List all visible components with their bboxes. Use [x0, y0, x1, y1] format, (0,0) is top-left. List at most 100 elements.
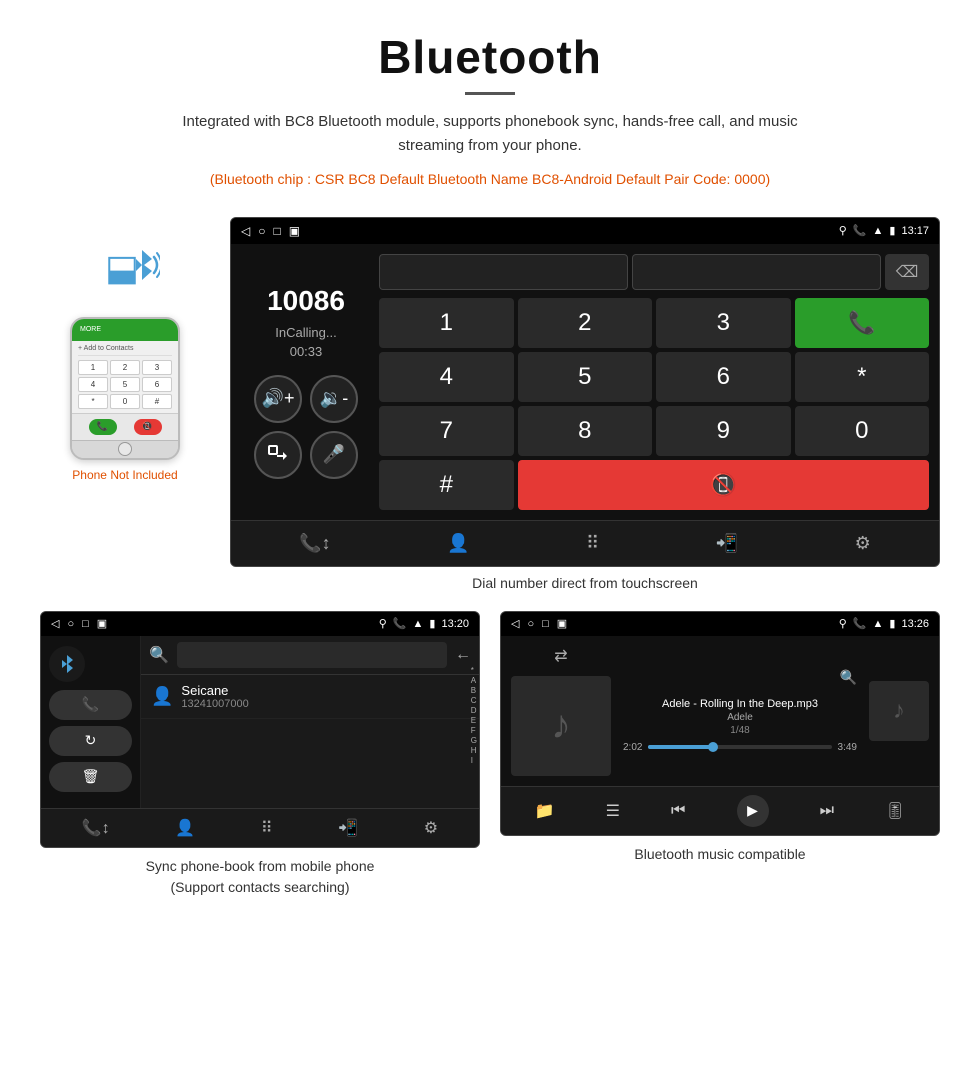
- phone-key-star: *: [78, 394, 108, 409]
- dial-key-2[interactable]: 2: [518, 298, 653, 348]
- music-note-small-icon: ♪: [893, 697, 905, 725]
- dial-caption: Dial number direct from touchscreen: [230, 575, 940, 591]
- pb-bottom-settings-icon[interactable]: ⚙: [416, 815, 446, 841]
- dial-delete-button[interactable]: ⌫: [885, 254, 929, 290]
- pb-screenshot-icon: ▣: [97, 617, 107, 630]
- dial-left-panel: 10086 InCalling... 00:33 🔊+ 🔉- 🎤: [241, 254, 371, 510]
- volume-down-button[interactable]: 🔉-: [310, 375, 358, 423]
- music-folder-icon[interactable]: 📁: [535, 801, 555, 821]
- music-progress-fill: [648, 745, 712, 749]
- dial-screen-container: ◁ ○ □ ▣ ⚲ 📞 ▲ ▮ 13:17 10086 InCa: [230, 217, 940, 591]
- dial-key-star[interactable]: *: [795, 352, 930, 402]
- pb-loc-icon: ⚲: [379, 617, 387, 630]
- music-progress-bar[interactable]: [648, 745, 831, 749]
- music-next-icon[interactable]: ⏭: [820, 802, 834, 820]
- home-nav-icon: ○: [258, 224, 265, 238]
- music-prev-icon[interactable]: ⏮: [671, 802, 685, 820]
- music-right-art: ♪: [869, 681, 929, 741]
- phone-home-bar: [72, 440, 178, 458]
- alpha-C: C: [471, 696, 477, 705]
- page-description: Integrated with BC8 Bluetooth module, su…: [150, 110, 830, 158]
- music-wifi-icon: ▲: [873, 618, 884, 630]
- music-screen: ◁ ○ □ ▣ ⚲ 📞 ▲ ▮ 13:26 ⇄: [500, 611, 940, 836]
- music-search-row: 🔍: [623, 669, 857, 692]
- music-play-button[interactable]: ▶: [737, 795, 769, 827]
- music-search-icon[interactable]: 🔍: [840, 669, 857, 686]
- pb-home-icon: ○: [67, 618, 74, 630]
- phonebook-screen: ◁ ○ □ ▣ ⚲ 📞 ▲ ▮ 13:20: [40, 611, 480, 848]
- dial-input-box-2[interactable]: [632, 254, 881, 290]
- phone-bottom-buttons: 📞 📵: [72, 413, 178, 440]
- bt-waves-icon: [130, 245, 160, 299]
- dial-key-hash[interactable]: #: [379, 460, 514, 510]
- pb-search-bar[interactable]: [177, 642, 447, 668]
- dial-key-9[interactable]: 9: [656, 406, 791, 456]
- volume-up-button[interactable]: 🔊+: [254, 375, 302, 423]
- status-right: ⚲ 📞 ▲ ▮ 13:17: [839, 224, 929, 237]
- wifi-icon: ▲: [873, 225, 884, 237]
- music-equalizer-icon[interactable]: 🎚: [885, 801, 905, 821]
- pb-bottom-transfer-icon[interactable]: 📲: [330, 815, 366, 841]
- alpha-F: F: [471, 726, 477, 735]
- dial-key-0[interactable]: 0: [795, 406, 930, 456]
- pb-main: 📞 ↻ 🗑 🔍 ← 👤 Seicane 132410: [41, 636, 479, 808]
- dial-key-7[interactable]: 7: [379, 406, 514, 456]
- dial-bottom-contacts-icon[interactable]: 👤: [437, 529, 479, 558]
- dial-call-button[interactable]: 📞: [795, 298, 930, 348]
- dial-end-button[interactable]: 📵: [518, 460, 930, 510]
- dial-key-1[interactable]: 1: [379, 298, 514, 348]
- pb-search-back-icon[interactable]: ←: [455, 646, 471, 664]
- transfer-button[interactable]: [254, 431, 302, 479]
- dial-key-5[interactable]: 5: [518, 352, 653, 402]
- dial-timer: 00:33: [290, 344, 323, 359]
- dial-bottom-keypad-icon[interactable]: ⠿: [576, 529, 609, 558]
- dial-bottom-calls-icon[interactable]: 📞↕: [289, 529, 340, 558]
- pb-bottom-calls-icon[interactable]: 📞↕: [74, 815, 118, 841]
- phone-end-button: 📵: [134, 419, 162, 435]
- music-home-icon: ○: [527, 618, 534, 630]
- pb-sidebar: 📞 ↻ 🗑: [41, 636, 141, 808]
- music-call-icon: 📞: [853, 617, 867, 630]
- music-battery-icon: ▮: [889, 617, 895, 630]
- music-block: ◁ ○ □ ▣ ⚲ 📞 ▲ ▮ 13:26 ⇄: [500, 611, 940, 898]
- status-time: 13:17: [901, 225, 929, 237]
- dial-input-box[interactable]: [379, 254, 628, 290]
- location-icon: ⚲: [839, 224, 847, 237]
- pb-sync-btn[interactable]: ↻: [49, 726, 132, 756]
- dial-key-6[interactable]: 6: [656, 352, 791, 402]
- phone-key-4: 4: [78, 377, 108, 392]
- dial-key-4[interactable]: 4: [379, 352, 514, 402]
- content-area: ⬓ MORE + Add to Contacts 1 2: [0, 202, 980, 601]
- music-loc-icon: ⚲: [839, 617, 847, 630]
- music-status-right: ⚲ 📞 ▲ ▮ 13:26: [839, 616, 929, 632]
- dial-bottom-settings-icon[interactable]: ⚙: [845, 529, 881, 558]
- pb-call-btn[interactable]: 📞: [49, 690, 132, 720]
- music-playlist-icon[interactable]: ☰: [606, 801, 620, 821]
- phone-illustration: ⬓ MORE + Add to Contacts 1 2: [40, 217, 210, 482]
- alpha-E: E: [471, 716, 477, 725]
- title-underline: [465, 92, 515, 95]
- phone-key-6: 6: [142, 377, 172, 392]
- music-status-bar: ◁ ○ □ ▣ ⚲ 📞 ▲ ▮ 13:26: [501, 612, 939, 636]
- phone-keypad: 1 2 3 4 5 6 * 0 #: [78, 360, 172, 409]
- mute-button[interactable]: 🎤: [310, 431, 358, 479]
- dial-key-8[interactable]: 8: [518, 406, 653, 456]
- dial-screen: ◁ ○ □ ▣ ⚲ 📞 ▲ ▮ 13:17 10086 InCa: [230, 217, 940, 567]
- music-album-art-main: ♪: [511, 676, 611, 776]
- phone-add-contacts-label: + Add to Contacts: [78, 345, 172, 356]
- shuffle-icon[interactable]: ⇄: [554, 646, 567, 666]
- phone-key-hash: #: [142, 394, 172, 409]
- battery-icon: ▮: [889, 224, 895, 237]
- pb-delete-btn[interactable]: 🗑: [49, 762, 132, 792]
- dial-bottom-transfer-icon[interactable]: 📲: [706, 529, 748, 558]
- dial-bottom-bar: 📞↕ 👤 ⠿ 📲 ⚙: [231, 520, 939, 566]
- dial-status-bar: ◁ ○ □ ▣ ⚲ 📞 ▲ ▮ 13:17: [231, 218, 939, 244]
- pb-status-right: ⚲ 📞 ▲ ▮ 13:20: [379, 616, 469, 632]
- bluetooth-specs: (Bluetooth chip : CSR BC8 Default Blueto…: [150, 168, 830, 192]
- pb-bottom-keypad-icon[interactable]: ⠿: [253, 815, 281, 841]
- phonebook-block: ◁ ○ □ ▣ ⚲ 📞 ▲ ▮ 13:20: [40, 611, 480, 898]
- dial-key-3[interactable]: 3: [656, 298, 791, 348]
- pb-contact-item[interactable]: 👤 Seicane 13241007000: [141, 675, 479, 719]
- pb-back-icon: ◁: [51, 617, 59, 630]
- pb-bottom-contacts-icon[interactable]: 👤: [167, 815, 203, 841]
